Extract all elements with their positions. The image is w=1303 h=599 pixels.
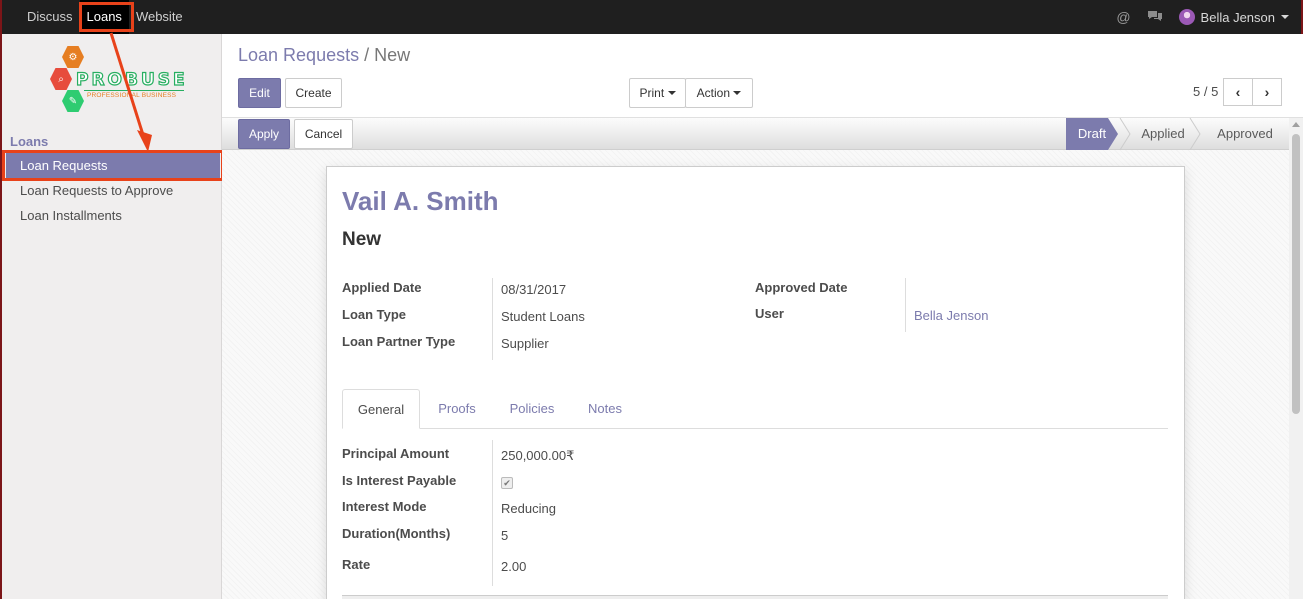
tab-policies[interactable]: Policies	[494, 389, 570, 429]
breadcrumb: Loan Requests / New	[238, 45, 410, 66]
caret-down-icon	[733, 91, 742, 95]
print-dropdown[interactable]: Print	[629, 78, 686, 108]
principal-amount-value[interactable]: 250,000.00₹	[501, 448, 574, 464]
sidebar-item-loan-requests-to-approve[interactable]: Loan Requests to Approve	[2, 178, 222, 203]
scroll-up-icon	[1292, 122, 1300, 127]
form-sheet	[326, 166, 1185, 599]
borrower-name: Vail A. Smith	[342, 186, 499, 216]
pager-next-button[interactable]: ›	[1252, 78, 1282, 106]
company-logo: ⚙ ⌕ ✎ PROBUSE PROFESSIONAL BUSINESS	[46, 46, 186, 120]
logo-line	[84, 90, 184, 91]
systray: @ Bella Jenson	[1116, 0, 1289, 34]
user-label: User	[755, 306, 784, 321]
control-panel: Loan Requests / New Edit Create Print Ac…	[222, 34, 1303, 118]
breadcrumb-loan-requests[interactable]: Loan Requests	[238, 45, 359, 65]
scrollbar[interactable]	[1289, 118, 1303, 599]
sidebar-section-loans: Loans	[10, 134, 49, 149]
logo-brand: PROBUSE	[75, 69, 188, 90]
pager-previous-button[interactable]: ‹	[1223, 78, 1253, 106]
pager-value: 5 / 5	[1193, 84, 1219, 99]
logo-tagline: PROFESSIONAL BUSINESS	[87, 92, 177, 99]
loan-type-label: Loan Type	[342, 307, 407, 322]
top-navbar: Discuss Loans Website @ Bella Jenson	[0, 0, 1303, 34]
principal-amount-label: Principal Amount	[342, 446, 450, 461]
check-icon: ✔	[503, 478, 511, 488]
menu-discuss[interactable]: Discuss	[20, 0, 80, 34]
apply-button[interactable]: Apply	[238, 119, 290, 149]
action-dropdown[interactable]: Action	[685, 78, 753, 108]
tools-icon: ✎	[62, 90, 84, 112]
interest-mode-label: Interest Mode	[342, 499, 427, 514]
field-divider	[905, 278, 906, 332]
applied-date-label: Applied Date	[342, 280, 422, 295]
avatar	[1178, 9, 1195, 25]
at-icon[interactable]: @	[1116, 9, 1130, 25]
stage-divider	[1119, 118, 1131, 150]
tab-general[interactable]: General	[342, 389, 420, 429]
action-label: Action	[696, 86, 730, 100]
breadcrumb-separator: /	[364, 45, 370, 65]
field-divider	[492, 278, 493, 360]
loan-requests-highlight-box	[2, 150, 224, 181]
print-label: Print	[639, 86, 665, 100]
chat-icon[interactable]	[1147, 9, 1163, 26]
applied-date-value[interactable]: 08/31/2017	[501, 282, 566, 297]
sidebar: ⚙ ⌕ ✎ PROBUSE PROFESSIONAL BUSINESS Loan…	[0, 34, 222, 599]
interest-payable-label: Is Interest Payable	[342, 473, 457, 488]
chevron-right-icon: ›	[1264, 84, 1270, 100]
loan-partner-type-label: Loan Partner Type	[342, 334, 456, 349]
breadcrumb-current: New	[374, 45, 411, 65]
cancel-button[interactable]: Cancel	[294, 119, 353, 149]
scrollbar-thumb[interactable]	[1292, 134, 1300, 414]
user-value[interactable]: Bella Jenson	[914, 308, 988, 323]
loans-highlight-box	[79, 2, 134, 32]
duration-value[interactable]: 5	[501, 528, 508, 543]
menu-website[interactable]: Website	[129, 0, 190, 34]
stage-divider	[1189, 118, 1201, 150]
sidebar-item-loan-installments[interactable]: Loan Installments	[2, 203, 222, 228]
loan-partner-type-value[interactable]: Supplier	[501, 336, 549, 351]
field-divider	[492, 440, 493, 586]
chevron-left-icon: ‹	[1235, 84, 1241, 100]
duration-label: Duration(Months)	[342, 526, 451, 541]
edit-button[interactable]: Edit	[238, 78, 281, 108]
table-header	[342, 595, 1168, 599]
interest-mode-value[interactable]: Reducing	[501, 501, 556, 516]
rate-value[interactable]: 2.00	[501, 559, 526, 574]
search-icon: ⌕	[50, 68, 72, 90]
interest-payable-checkbox[interactable]: ✔	[501, 477, 513, 489]
stage-draft[interactable]: Draft	[1066, 118, 1118, 150]
form-statusbar: Apply Cancel Draft Applied Approved	[222, 118, 1289, 150]
notebook-tabs: General Proofs Policies Notes	[342, 389, 1168, 429]
caret-down-icon	[667, 91, 676, 95]
request-number: New	[342, 229, 382, 250]
user-menu[interactable]: Bella Jenson	[1178, 9, 1289, 25]
user-name: Bella Jenson	[1200, 9, 1275, 25]
caret-down-icon	[1281, 15, 1289, 19]
approved-date-label: Approved Date	[755, 280, 848, 295]
stage-approved[interactable]: Approved	[1208, 118, 1282, 150]
rate-label: Rate	[342, 557, 371, 572]
tab-notes[interactable]: Notes	[574, 389, 636, 429]
create-button[interactable]: Create	[285, 78, 342, 108]
gear-icon: ⚙	[62, 46, 84, 68]
tab-proofs[interactable]: Proofs	[424, 389, 490, 429]
loan-type-value[interactable]: Student Loans	[501, 309, 585, 324]
